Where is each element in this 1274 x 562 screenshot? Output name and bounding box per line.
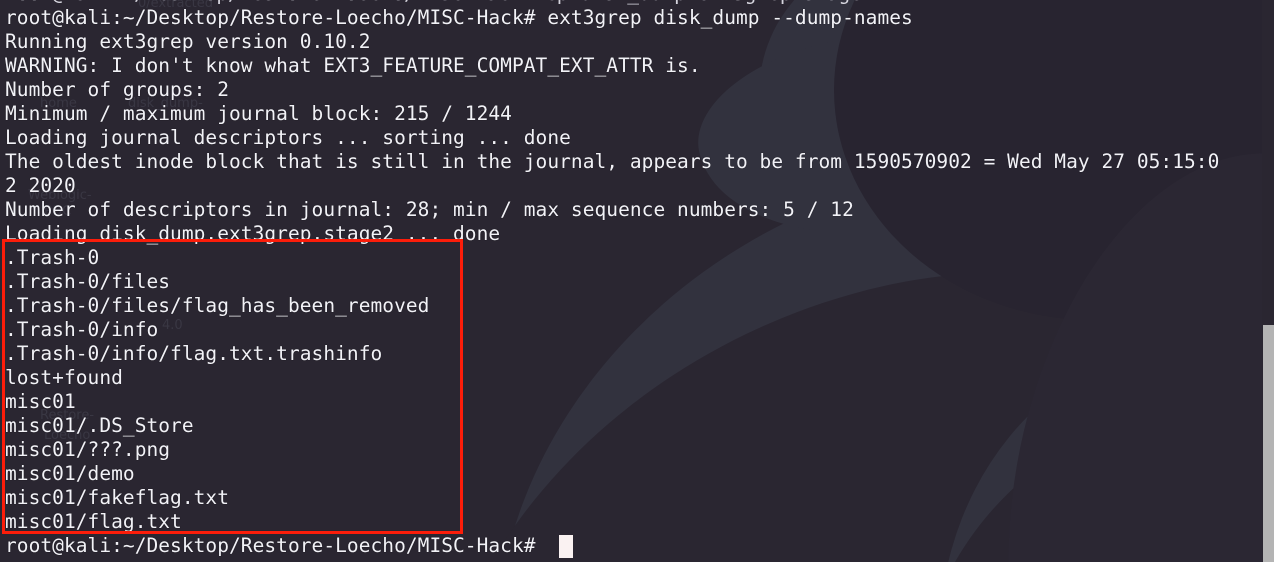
text-cursor — [559, 535, 574, 558]
dumped-name-0: .Trash-0 — [5, 246, 100, 269]
scrollbar-track[interactable] — [1262, 0, 1274, 562]
clipped-previous-command-line: root@kali:~/Desktop/Restore-Loecho/MISC-… — [5, 0, 897, 6]
output-line-5: The oldest inode block that is still in … — [5, 150, 1220, 173]
output-line-7: Number of descriptors in journal: 28; mi… — [5, 198, 854, 221]
dumped-name-2: .Trash-0/files/flag_has_been_removed — [5, 294, 430, 317]
output-line-1: WARNING: I don't know what EXT3_FEATURE_… — [5, 54, 701, 77]
dumped-name-4: .Trash-0/info/flag.txt.trashinfo — [5, 342, 383, 365]
output-line-4: Loading journal descriptors ... sorting … — [5, 126, 571, 149]
output-line-8: Loading disk_dump.ext3grep.stage2 ... do… — [5, 222, 501, 245]
dumped-name-3: .Trash-0/info — [5, 318, 159, 341]
dumped-name-9: misc01/demo — [5, 462, 135, 485]
dumped-name-5: lost+found — [5, 366, 123, 389]
dumped-name-6: misc01 — [5, 390, 76, 413]
dumped-name-8: misc01/???.png — [5, 438, 171, 461]
terminal-window: 0/extracted home disk_dump- Weblogic- POC 4.0… — [0, 0, 1274, 562]
terminal-text-area[interactable]: root@kali:~/Desktop/Restore-Loecho/MISC-… — [0, 0, 1274, 562]
dumped-name-10: misc01/fakeflag.txt — [5, 486, 230, 509]
final-prompt-line: root@kali:~/Desktop/Restore-Loecho/MISC-… — [5, 534, 536, 557]
output-line-0: Running ext3grep version 0.10.2 — [5, 30, 371, 53]
command-line: root@kali:~/Desktop/Restore-Loecho/MISC-… — [5, 6, 913, 29]
output-line-3: Minimum / maximum journal block: 215 / 1… — [5, 102, 512, 125]
output-line-6: 2 2020 — [5, 174, 76, 197]
dumped-name-1: .Trash-0/files — [5, 270, 171, 293]
dumped-name-7: misc01/.DS_Store — [5, 414, 194, 437]
dumped-name-11: misc01/flag.txt — [5, 510, 182, 533]
scrollbar-thumb[interactable] — [1263, 325, 1274, 562]
output-line-2: Number of groups: 2 — [5, 78, 230, 101]
